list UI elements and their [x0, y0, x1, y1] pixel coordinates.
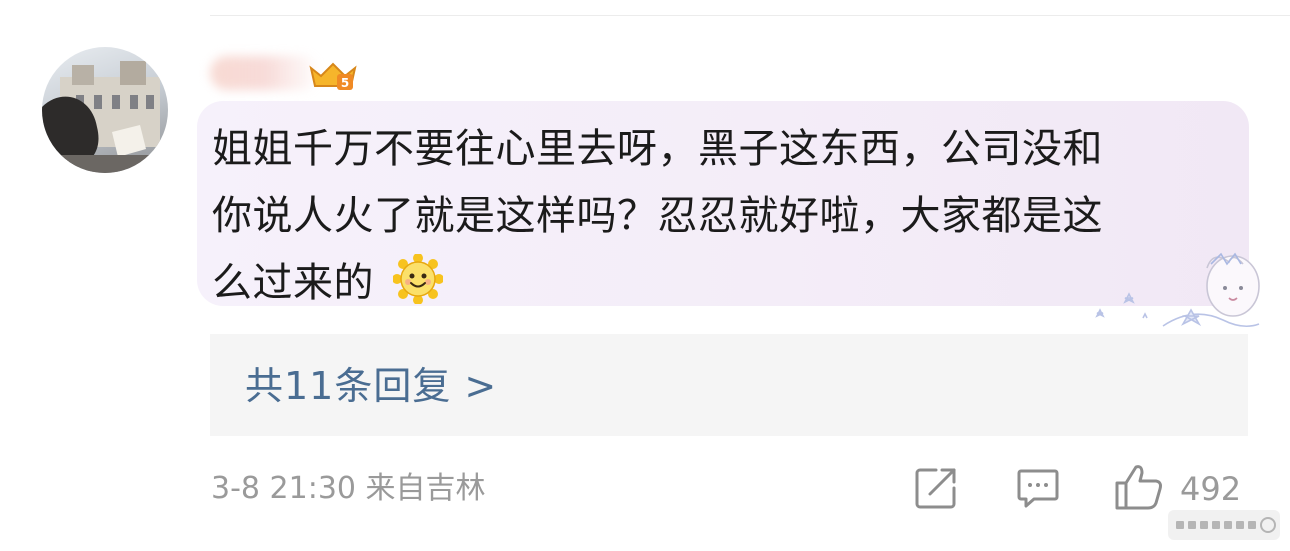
view-replies-link[interactable]: 共11条回复 >	[245, 363, 497, 409]
username-blurred[interactable]	[210, 56, 320, 90]
sun-smile-icon	[393, 254, 444, 304]
comment-line-text: 么过来的	[212, 260, 374, 306]
top-divider	[210, 15, 1290, 16]
comment-icon[interactable]	[1016, 466, 1060, 510]
share-icon[interactable]	[914, 466, 958, 510]
comment-line: 你说人火了就是这样吗？忍忍就好啦，大家都是这	[212, 193, 1103, 239]
comment-date-location: 3-8 21:30 来自吉林	[211, 471, 486, 506]
comment-text: 姐姐千万不要往心里去呀，黑子这东西，公司没和 你说人火了就是这样吗？忍忍就好啦，…	[212, 116, 1207, 317]
sticker-decoration	[1095, 252, 1260, 328]
avatar[interactable]	[42, 47, 168, 173]
comment-line: 姐姐千万不要往心里去呀，黑子这东西，公司没和	[212, 126, 1103, 172]
like-count: 492	[1180, 470, 1242, 508]
vip-badge-icon: 5	[309, 62, 357, 90]
svg-text:5: 5	[341, 76, 349, 90]
comment-line: 么过来的	[212, 250, 1207, 317]
watermark	[1168, 510, 1280, 540]
like-icon[interactable]	[1114, 463, 1164, 511]
